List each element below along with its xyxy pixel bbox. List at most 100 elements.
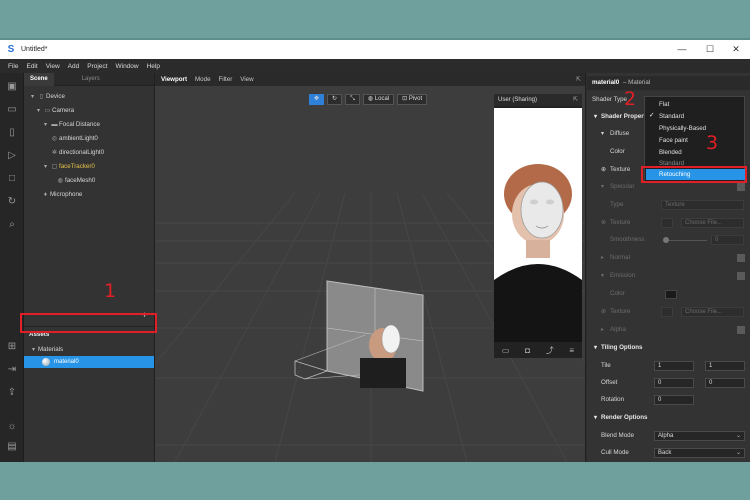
tree-item-camera[interactable]: ▾ ▭ Camera [34,104,74,117]
smoothness-slider[interactable] [663,240,707,241]
asset-item-material0[interactable]: material0 [24,356,154,368]
assets-folder-materials[interactable]: ▾ Materials [29,343,63,356]
offset-y-input[interactable]: 0 [705,378,745,388]
tiling-options-section[interactable]: ▾ Tiling Options [587,341,750,355]
camera-plane[interactable] [294,280,424,392]
tree-item-focal-distance[interactable]: ▾ ▬Focal Distance [41,118,100,131]
title-bar: S Untitled* — ☐ ✕ [0,40,750,59]
shader-option-face-paint[interactable]: Face paint [659,135,688,146]
app-window: S Untitled* — ☐ ✕ File Edit View Add Pro… [0,40,750,462]
tree-item-device[interactable]: ▾ ▯ Device [28,90,65,103]
popout-icon[interactable]: ⇱ [576,76,581,83]
menu-window[interactable]: Window [115,63,138,70]
choose-file-button[interactable]: Choose File... [681,307,744,317]
microphone-icon: ♦ [43,191,48,198]
menu-add[interactable]: Add [68,63,80,70]
smoothness-row: Smoothness 0 [587,233,750,247]
play-icon[interactable]: ▷ [6,150,18,162]
menu-file[interactable]: File [8,63,18,70]
close-button[interactable]: ✕ [722,40,750,59]
tree-item-microphone[interactable]: ♦ Microphone [41,188,82,201]
menu-help[interactable]: Help [147,63,160,70]
tree-item-face-mesh[interactable]: ◍ faceMesh0 [56,174,95,187]
move-tool-icon[interactable]: ✥ [309,94,325,105]
tile-y-input[interactable]: 1 [705,361,745,371]
plus-circle-icon[interactable]: ⊕ [601,216,606,230]
menu-project[interactable]: Project [87,63,107,70]
inspector-name: material0 [592,79,620,86]
alpha-row[interactable]: ▸ Alpha [587,323,750,337]
alpha-checkbox[interactable] [737,326,745,334]
offset-row: Offset 0 0 [587,376,750,390]
layout-icon[interactable]: ▣ [6,81,18,93]
tab-viewport[interactable]: Viewport [161,76,187,83]
pivot-toggle[interactable]: ⊡ Pivot [397,94,428,105]
texture-swatch[interactable] [661,218,673,228]
rotate-tool-icon[interactable]: ↻ [327,94,343,105]
viewport-panel: Viewport Mode Filter View ⇱ ✥ ↻ ⤡ ◍ Loca… [154,73,586,462]
choose-file-button[interactable]: Choose File... [681,218,744,228]
import-icon[interactable]: ⊞ [6,341,18,353]
local-toggle[interactable]: ◍ Local [362,94,395,105]
chevron-right-icon: ▸ [601,326,605,333]
texture2-row: ⊕ Texture Choose File... [587,216,750,230]
scale-tool-icon[interactable]: ⤡ [345,94,360,105]
type-select[interactable]: Texture [661,200,744,210]
pivot-icon: ⊡ [402,96,409,102]
step-annotation-3: 3 [706,132,719,154]
emission-row[interactable]: ▾ Emission [587,269,750,283]
tab-filter[interactable]: Filter [219,76,233,83]
tree-item-directional-light[interactable]: ✲ directionalLight0 [50,146,104,159]
tab-layers[interactable]: Layers [76,73,106,86]
preview-popout-icon[interactable]: ⇱ [573,94,578,106]
normal-row[interactable]: ▸ Normal [587,251,750,265]
menu-view[interactable]: View [46,63,60,70]
plus-circle-icon[interactable]: ⊕ [601,305,606,319]
color2-row: Color [587,287,750,301]
emission-color-swatch[interactable] [665,290,677,299]
tree-item-face-tracker[interactable]: ▾ ▢ faceTracker0 [41,160,95,173]
tab-scene[interactable]: Scene [24,72,54,86]
smoothness-input[interactable]: 0 [711,235,744,245]
specular-checkbox[interactable] [737,183,745,191]
shader-option-flat[interactable]: Flat [659,99,669,110]
rotation-input[interactable]: 0 [654,395,694,405]
refresh-icon[interactable]: ↻ [6,196,18,208]
blend-mode-select[interactable]: Alpha [654,431,745,441]
menu-icon[interactable]: ≡ [569,346,574,355]
preview-label: User (Sharing) [498,97,538,103]
share-icon[interactable]: ⤴ [546,345,554,356]
search-icon[interactable]: ⌕ [6,219,18,231]
render-options-section[interactable]: ▾ Render Options [587,411,750,425]
tab-mode[interactable]: Mode [195,76,210,83]
video-icon[interactable]: ▭ [6,104,18,116]
material-sphere-icon [42,358,50,366]
smoothness-slider-handle[interactable] [663,237,669,243]
minimize-button[interactable]: — [668,40,696,59]
shader-option-blended[interactable]: Blended [659,147,682,158]
split-icon[interactable]: ▯ [6,127,18,139]
tile-x-input[interactable]: 1 [654,361,694,371]
maximize-button[interactable]: ☐ [696,40,724,59]
notifications-icon[interactable]: ▤ [6,441,18,453]
chevron-down-icon: ▾ [601,183,605,190]
bug-icon[interactable]: ☼ [6,421,18,433]
emission-checkbox[interactable] [737,272,745,280]
tree-item-ambient-light[interactable]: ◎ ambientLight0 [50,132,98,145]
cull-mode-select[interactable]: Back [654,448,745,458]
shader-option-physically-based[interactable]: Physically-Based [659,123,706,134]
plus-circle-icon[interactable]: ⊕ [601,163,606,177]
step-annotation-2: 2 [624,88,637,110]
screenshot-icon[interactable]: ◘ [525,346,530,355]
tab-view[interactable]: View [240,76,253,83]
menu-edit[interactable]: Edit [26,63,37,70]
texture-swatch[interactable] [661,307,673,317]
upload-icon[interactable]: ⇪ [6,387,18,399]
stop-icon[interactable]: □ [6,173,18,185]
device-icon: ▯ [39,93,44,100]
login-icon[interactable]: ⇥ [6,364,18,376]
shader-option-standard[interactable]: Standard [659,111,684,122]
record-icon[interactable]: ▭ [502,346,510,355]
offset-x-input[interactable]: 0 [654,378,694,388]
normal-checkbox[interactable] [737,254,745,262]
